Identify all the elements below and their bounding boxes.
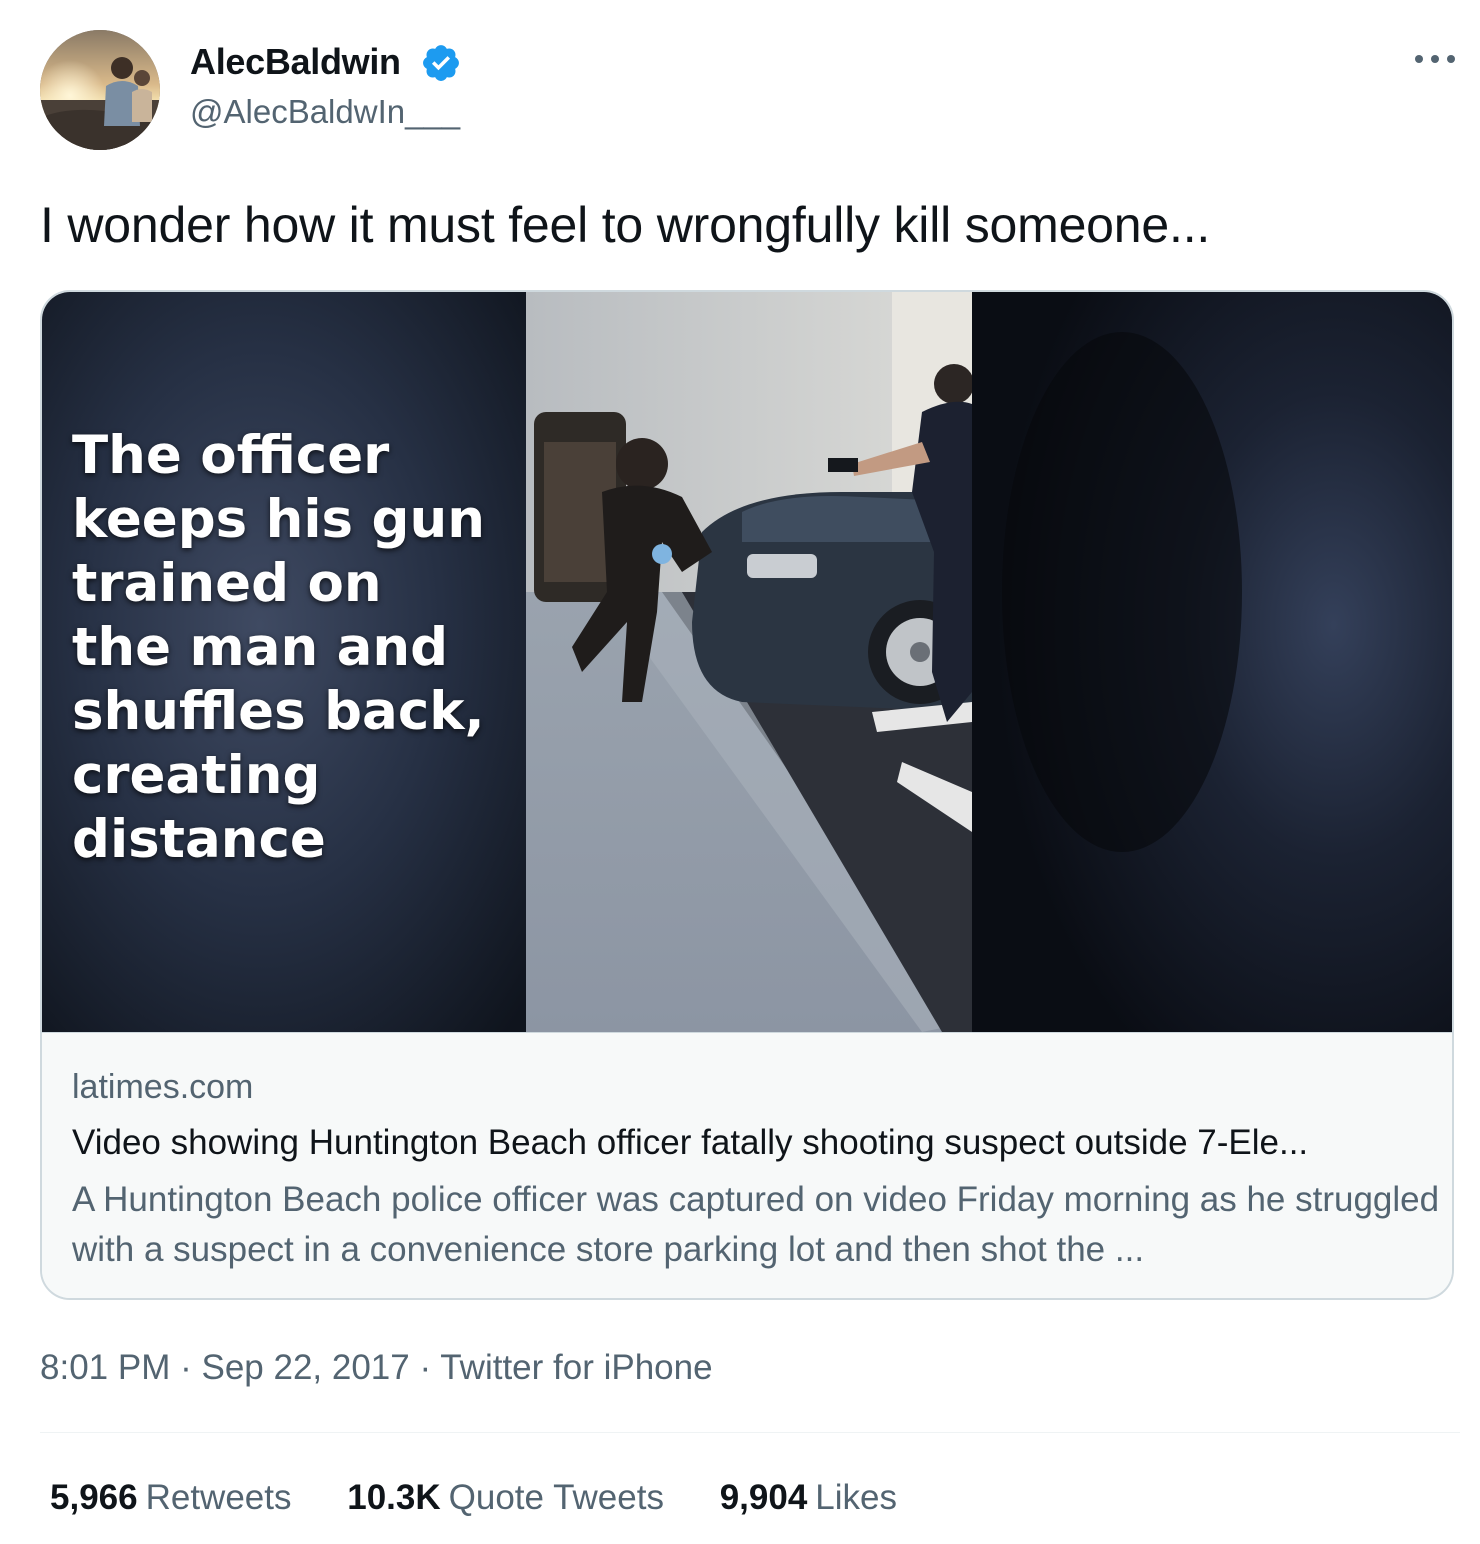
card-domain: latimes.com [72,1068,254,1106]
quote-tweets-stat[interactable]: 10.3K Quote Tweets [347,1476,664,1520]
tweet-stats: 5,966 Retweets 10.3K Quote Tweets 9,904 Lik… [50,1476,943,1520]
tweet-text: I wonder how it must feel to wrongfully … [40,197,1211,253]
tweet: AlecBaldwin @AlecBaldwIn___ I wonder how… [0,0,1480,1544]
quote-tweets-label: Quote Tweets [448,1478,664,1517]
retweets-stat[interactable]: 5,966 Retweets [50,1476,292,1520]
divider [40,1432,1460,1433]
likes-stat[interactable]: 9,904 Likes [720,1476,897,1520]
card-image: The officer keeps his gun trained on the… [42,292,1452,1032]
likes-label: Likes [815,1478,898,1517]
avatar-image [40,30,160,150]
retweets-count: 5,966 [50,1478,138,1517]
tweet-meta: 8:01 PM · Sep 22, 2017 · Twitter for iPh… [40,1346,713,1390]
tweet-time[interactable]: 8:01 PM [40,1348,170,1387]
card-footer: latimes.com Video showing Huntington Bea… [42,1032,1452,1298]
tweet-date[interactable]: Sep 22, 2017 [201,1348,409,1387]
quote-tweets-count: 10.3K [347,1478,441,1517]
media-caption: The officer keeps his gun trained on the… [72,425,485,870]
avatar[interactable] [40,30,160,150]
display-name[interactable]: AlecBaldwin [190,40,401,84]
more-horizontal-icon[interactable] [1410,44,1460,74]
meta-separator: · [419,1348,432,1387]
handle[interactable]: @AlecBaldwIn___ [190,92,460,132]
likes-count: 9,904 [719,1478,808,1517]
retweets-label: Retweets [145,1478,292,1517]
tweet-source[interactable]: Twitter for iPhone [440,1348,712,1387]
verified-badge-icon [420,42,462,84]
card-title: Video showing Huntington Beach officer f… [72,1123,1309,1162]
meta-separator: · [180,1348,192,1387]
link-card[interactable]: The officer keeps his gun trained on the… [40,290,1454,1300]
card-description: A Huntington Beach police officer was ca… [72,1180,1440,1269]
